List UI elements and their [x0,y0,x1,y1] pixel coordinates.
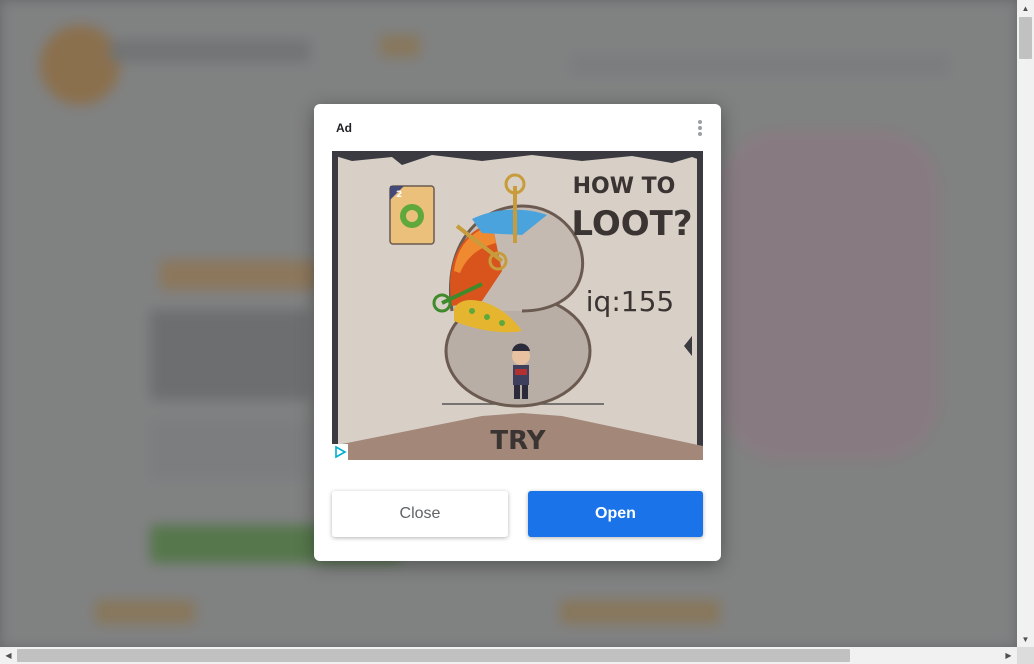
creative-level-number: 2 [396,190,402,200]
adchoices-icon[interactable] [332,444,348,460]
horizontal-scroll-thumb[interactable] [17,649,850,662]
horizontal-scrollbar[interactable]: ◀ ▶ [0,647,1017,664]
ad-creative[interactable]: HOW TO LOOT? iq:155 2 TRY [332,151,703,460]
vertical-scrollbar[interactable]: ▲ ▼ [1017,0,1034,648]
scroll-right-arrow-icon[interactable]: ▶ [1000,647,1017,664]
vertical-scroll-thumb[interactable] [1019,17,1032,59]
creative-iq-text: iq:155 [586,285,674,318]
creative-headline-1: HOW TO [573,174,676,199]
creative-cta-text: TRY [490,426,546,456]
scrollbar-corner [1017,647,1034,664]
close-button[interactable]: Close [332,491,508,537]
scroll-left-arrow-icon[interactable]: ◀ [0,647,17,664]
ad-dialog: Ad HOW TO LOOT? iq:155 2 TRY Close Open [314,104,721,561]
open-button[interactable]: Open [528,491,703,537]
ad-creative-art: HOW TO LOOT? iq:155 2 TRY [332,151,703,460]
ad-label: Ad [336,121,352,135]
vertical-dots-icon[interactable] [695,118,705,138]
scroll-down-arrow-icon[interactable]: ▼ [1017,631,1034,648]
creative-headline-2: LOOT? [571,204,692,244]
scroll-up-arrow-icon[interactable]: ▲ [1017,0,1034,17]
